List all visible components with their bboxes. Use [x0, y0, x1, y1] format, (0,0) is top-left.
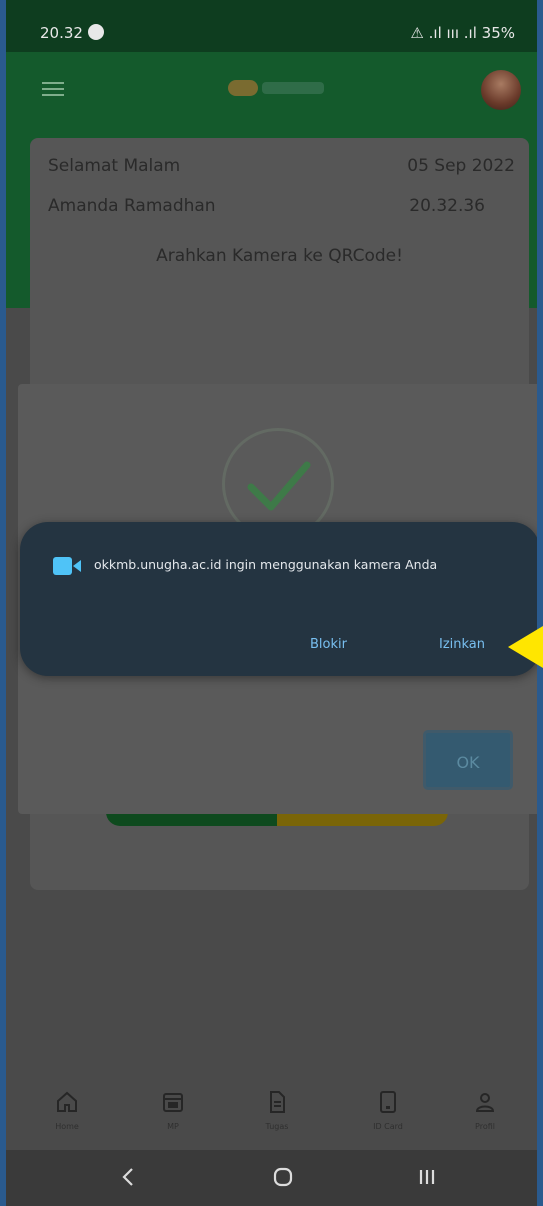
nav-label-id-card: ID Card [373, 1122, 403, 1131]
phone-card-icon [380, 1091, 396, 1113]
recents-icon[interactable] [416, 1166, 438, 1188]
calendar-icon [163, 1093, 183, 1112]
back-icon[interactable] [118, 1166, 140, 1188]
camera-permission-dialog: okkmb.unugha.ac.id ingin menggunakan kam… [20, 522, 537, 676]
phone-screen: 20.32 ⚠ .ıl ııı .ıl 35% Selamat Malam 05… [6, 0, 537, 1206]
document-icon [270, 1091, 285, 1113]
avatar[interactable] [481, 70, 521, 110]
user-name: Amanda Ramadhan [48, 196, 216, 216]
nav-item-mp[interactable]: MP [138, 1090, 208, 1131]
allow-button[interactable]: Izinkan [439, 637, 485, 652]
system-nav-bar [6, 1150, 537, 1206]
nav-label-profil: Profil [475, 1122, 495, 1131]
nav-label-mp: MP [167, 1122, 179, 1131]
person-icon [475, 1093, 495, 1112]
nav-item-profil[interactable]: Profil [450, 1090, 520, 1131]
permission-message: okkmb.unugha.ac.id ingin menggunakan kam… [94, 557, 438, 572]
greeting-time: 20.32.36 [409, 196, 485, 216]
notification-icon [88, 24, 104, 40]
ok-button[interactable]: OK [423, 730, 513, 790]
bottom-nav: Home MP Tugas ID Card Profil [6, 1090, 537, 1150]
nav-item-tugas[interactable]: Tugas [242, 1090, 312, 1131]
home-icon [57, 1091, 77, 1112]
nav-item-id-card[interactable]: ID Card [353, 1090, 423, 1131]
pointer-arrow-icon [508, 626, 543, 668]
status-time: 20.32 [40, 24, 83, 42]
greeting-salutation: Selamat Malam [48, 156, 181, 176]
app-logo [228, 76, 328, 100]
status-bar: 20.32 ⚠ .ıl ııı .ıl 35% [6, 0, 537, 52]
greeting-date: 05 Sep 2022 [407, 156, 515, 176]
nav-label-home: Home [55, 1122, 79, 1131]
block-button[interactable]: Blokir [310, 637, 347, 652]
home-button-icon[interactable] [272, 1166, 294, 1188]
status-indicators: ⚠ .ıl ııı .ıl 35% [410, 24, 515, 42]
nav-item-home[interactable]: Home [32, 1090, 102, 1131]
camera-instruction: Arahkan Kamera ke QRCode! [156, 246, 403, 266]
nav-label-tugas: Tugas [265, 1122, 289, 1131]
video-camera-icon [53, 557, 81, 575]
hamburger-icon[interactable] [42, 82, 64, 96]
